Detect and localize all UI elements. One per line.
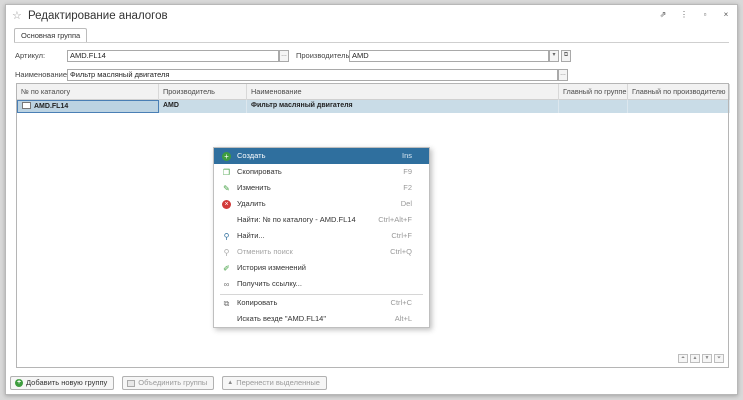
plus-circle-icon: + [222,152,231,161]
more-actions-icon[interactable]: ⋮ [679,10,689,19]
title-bar: ☆ Редактирование аналогов ⇗ ⋮ ▫ × [6,5,737,25]
manufacturer-field[interactable]: AMD [349,50,549,62]
menu-item-label: Скопировать [237,167,282,176]
menu-item-shortcut: F9 [403,167,412,176]
column-main-manufacturer[interactable]: Главный по производителю [628,84,730,100]
manufacturer-dropdown-button[interactable]: ▾ [549,50,559,62]
column-name[interactable]: Наименование [247,84,559,100]
tab-main-group[interactable]: Основная группа [14,28,88,42]
table-navigation: ⏶ ▲ ▼ ⏷ [678,354,724,363]
cell-catalog-no-text: AMD.FL14 [34,103,69,110]
window-controls: ⇗ ⋮ ▫ × [658,10,731,19]
menu-item-shortcut: Del [400,199,412,208]
menu-item-shortcut: F2 [403,183,412,192]
search-icon: ⚲ [223,232,230,241]
add-group-button[interactable]: + Добавить новую группу [10,376,115,390]
tab-divider [14,42,729,43]
menu-item-copy-item[interactable]: ❐ Скопировать F9 [214,164,429,180]
favorite-star-icon[interactable]: ☆ [12,9,22,22]
move-down-icon[interactable]: ▼ [702,354,712,363]
manufacturer-open-button[interactable]: ⧉ [561,50,571,62]
menu-item-get-link[interactable]: ∞ Получить ссылку... [214,276,429,292]
copy-doc-icon: ❐ [222,168,231,177]
menu-item-find[interactable]: ⚲ Найти... Ctrl+F [214,228,429,244]
name-field[interactable]: Фильтр масляный двигателя [67,69,558,81]
column-catalog-no[interactable]: № по каталогу [17,84,159,100]
article-select-button[interactable]: … [279,50,289,62]
menu-item-edit[interactable]: ✎ Изменить F2 [214,180,429,196]
menu-item-label: Получить ссылку... [237,279,302,288]
article-field[interactable]: AMD.FL14 [67,50,279,62]
cell-name[interactable]: Фильтр масляный двигателя [247,100,559,113]
menu-item-shortcut: Ins [401,151,412,160]
maximize-icon[interactable]: ▫ [700,10,710,19]
menu-item-label: Изменить [237,183,271,192]
delete-circle-icon: × [222,200,231,209]
merge-groups-label: Объединить группы [138,378,208,387]
column-main-group[interactable]: Главный по группе [559,84,628,100]
cell-manufacturer[interactable]: AMD [159,100,247,113]
pencil-icon: ✎ [223,184,230,193]
menu-item-label: Создать [237,151,266,160]
column-manufacturer[interactable]: Производитель [159,84,247,100]
merge-groups-button[interactable]: Объединить группы [122,376,215,390]
menu-item-shortcut: Alt+L [394,314,412,323]
move-last-icon[interactable]: ⏷ [714,354,724,363]
clipboard-icon: ⧉ [223,299,230,308]
menu-item-shortcut: Ctrl+Q [390,247,412,256]
history-icon: ✐ [223,264,230,273]
menu-item-shortcut: Ctrl+C [390,298,412,307]
move-up-icon[interactable]: ▲ [690,354,700,363]
menu-item-create[interactable]: + Создать Ins [214,148,429,164]
menu-item-find-by-value[interactable]: Найти: № по каталогу - AMD.FL14 Ctrl+Alt… [214,212,429,228]
menu-item-label: Найти... [237,231,265,240]
menu-item-cancel-search[interactable]: ⚲ Отменить поиск Ctrl+Q [214,244,429,260]
cell-main-manufacturer[interactable] [628,100,730,113]
menu-item-label: Найти: № по каталогу - AMD.FL14 [237,215,356,224]
bottom-toolbar: + Добавить новую группу Объединить групп… [10,376,327,390]
menu-item-label: История изменений [237,263,306,272]
table-header: № по каталогу Производитель Наименование… [17,84,730,100]
move-selected-button[interactable]: ▲ Перенести выделенные [222,376,327,390]
arrow-up-icon: ▲ [227,380,234,386]
name-label: Наименование: [15,70,70,79]
menu-item-shortcut: Ctrl+F [391,231,412,240]
document-icon [22,102,31,109]
menu-item-label: Удалить [237,199,266,208]
menu-item-label: Искать везде "AMD.FL14" [237,314,327,323]
context-menu: + Создать Ins ❐ Скопировать F9 ✎ Изменит… [213,147,430,328]
move-selected-label: Перенести выделенные [236,378,320,387]
table-row[interactable]: AMD.FL14 AMD Фильтр масляный двигателя [17,100,730,113]
move-first-icon[interactable]: ⏶ [678,354,688,363]
plus-icon: + [15,379,23,387]
add-group-label: Добавить новую группу [26,378,108,387]
search-cancel-icon: ⚲ [223,248,230,257]
cell-catalog-no[interactable]: AMD.FL14 [17,100,159,113]
menu-item-history[interactable]: ✐ История изменений [214,260,429,276]
manufacturer-label: Производитель: [296,51,352,60]
menu-item-shortcut: Ctrl+Alt+F [378,215,412,224]
link-icon: ∞ [223,280,230,289]
article-label: Артикул: [15,51,46,60]
cell-main-group[interactable] [559,100,628,113]
menu-item-delete[interactable]: × Удалить Del [214,196,429,212]
merge-icon [127,379,136,387]
menu-item-search-everywhere[interactable]: Искать везде "AMD.FL14" Alt+L [214,311,429,327]
window-title: Редактирование аналогов [28,10,168,22]
menu-item-label: Отменить поиск [237,247,293,256]
menu-item-label: Копировать [237,298,278,307]
close-icon[interactable]: × [721,10,731,19]
open-link-icon[interactable]: ⇗ [658,10,668,19]
menu-item-copy[interactable]: ⧉ Копировать Ctrl+C [214,295,429,311]
name-select-button[interactable]: … [558,69,568,81]
